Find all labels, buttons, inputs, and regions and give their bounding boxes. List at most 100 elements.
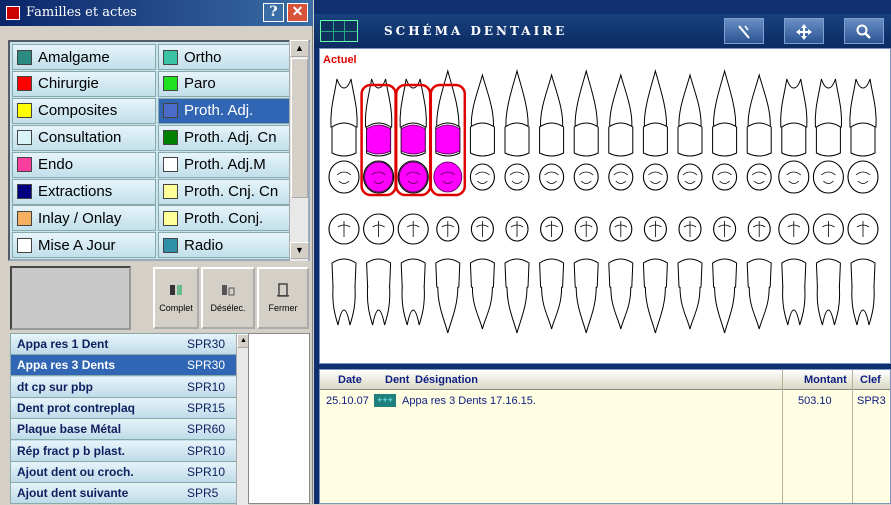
act-item[interactable]: dt cp sur pbp SPR10 (11, 376, 236, 398)
family-color-swatch (163, 157, 178, 173)
upper-tooth (505, 69, 529, 128)
family-label: Composites (38, 102, 118, 120)
upper-occlusal (746, 163, 772, 191)
lower-tooth-root (644, 286, 666, 334)
act-item[interactable]: Plaque base Métal SPR60 (11, 419, 236, 441)
family-color-swatch (17, 184, 32, 199)
lower-tooth-root (748, 286, 770, 330)
lower-crown (435, 258, 461, 290)
act-item[interactable]: Dent prot contreplaq SPR15 (11, 397, 236, 419)
lower-tooth-root (782, 286, 806, 326)
row-montant: 503.10 (798, 395, 832, 407)
lower-tooth-root (541, 286, 563, 330)
upper-tooth (643, 69, 667, 128)
family-item[interactable]: Proth. Conj. (158, 205, 290, 232)
family-label: Inlay / Onlay (38, 209, 122, 227)
scroll-up-arrow-icon[interactable]: ▲ (290, 40, 309, 57)
upper-tooth (678, 73, 702, 128)
lower-tooth-root (714, 286, 736, 334)
lower-crown (746, 258, 772, 290)
family-item[interactable]: Mise A Jour (12, 232, 156, 259)
act-item[interactable]: Ajout dent suivante SPR5 (11, 483, 236, 505)
column-divider (852, 370, 853, 503)
header-clef[interactable]: Clef (860, 374, 881, 386)
help-button[interactable]: ? (263, 3, 284, 22)
upper-crown (712, 122, 738, 157)
close-button[interactable]: ✕ (287, 3, 308, 22)
act-code: SPR10 (187, 379, 226, 394)
panel-title-bar: Familles et actes ? ✕ (0, 0, 313, 26)
pen-tool-button[interactable] (724, 18, 764, 44)
family-label: Mise A Jour (38, 236, 116, 254)
act-item[interactable]: Appa res 1 Dent SPR30 (11, 334, 236, 355)
lower-tooth-root (366, 286, 391, 326)
act-code: SPR10 (187, 443, 226, 458)
family-item[interactable]: Proth. Adj. (158, 97, 290, 124)
family-color-swatch (163, 130, 178, 146)
family-item[interactable]: Radio (158, 232, 290, 259)
family-item[interactable]: Proth. Cnj. Cn (158, 178, 290, 205)
act-name: Ajout dent suivante (17, 486, 129, 501)
lower-tooth-root (437, 286, 459, 334)
act-code: SPR10 (187, 464, 226, 479)
zoom-tool-button[interactable] (844, 18, 884, 44)
lower-crown (712, 258, 738, 290)
act-name: Appa res 1 Dent (17, 337, 109, 351)
table-row[interactable]: 25.10.07 +++ Appa res 3 Dents 17.16.15. … (320, 392, 890, 410)
lower-crown (642, 258, 668, 290)
fermer-button[interactable]: Fermer (257, 267, 309, 329)
row-date: 25.10.07 (326, 395, 369, 407)
header-date[interactable]: Date (338, 374, 362, 386)
act-code: SPR60 (187, 422, 226, 437)
family-item[interactable]: Extractions (12, 178, 156, 205)
header-montant[interactable]: Montant (804, 374, 847, 386)
lower-crown (400, 258, 426, 290)
family-item[interactable]: Proth. Adj.M (158, 151, 290, 178)
family-color-swatch (163, 76, 178, 92)
header-designation[interactable]: Désignation (415, 374, 478, 386)
upper-tooth (574, 69, 598, 128)
move-tool-button[interactable] (784, 18, 824, 44)
upper-crown (677, 122, 703, 157)
header-dent[interactable]: Dent (385, 374, 409, 386)
act-item[interactable]: Ajout dent ou croch. SPR10 (11, 461, 236, 483)
family-item[interactable]: Paro (158, 70, 290, 97)
family-item[interactable]: Endo (12, 151, 156, 178)
dental-chart[interactable]: Actuel (319, 48, 891, 364)
lower-crown (573, 258, 599, 290)
acts-list: ▲ Appa res 1 Dent SPR30 Appa res 3 Dents SP… (10, 333, 250, 505)
family-item[interactable]: Chirurgie (12, 70, 156, 97)
family-label: Amalgame (38, 48, 110, 66)
family-item[interactable]: Inlay / Onlay (12, 205, 156, 232)
family-label: Proth. Adj.M (184, 156, 266, 174)
upper-occlusal (504, 163, 530, 191)
teeth-diagram[interactable] (320, 49, 891, 365)
complet-button[interactable]: Complet (153, 267, 199, 329)
family-item[interactable]: Composites (12, 97, 156, 124)
act-item[interactable]: Rép fract p b plast. SPR10 (11, 440, 236, 462)
treated-crown (400, 124, 426, 155)
family-label: Proth. Adj. (184, 102, 254, 120)
family-item[interactable]: Proth. Adj. Cn (158, 124, 290, 151)
scroll-down-arrow-icon[interactable]: ▼ (290, 242, 309, 259)
family-color-swatch (163, 237, 178, 253)
upper-tooth (330, 78, 358, 128)
act-item[interactable]: Appa res 3 Dents SPR30 (11, 355, 236, 377)
act-code: SPR15 (187, 400, 226, 415)
lower-crown (539, 258, 565, 290)
scroll-thumb[interactable] (291, 58, 308, 198)
act-name: Rép fract p b plast. (17, 443, 126, 458)
deselec-button[interactable]: Désélec. (201, 267, 255, 329)
column-divider (782, 370, 783, 503)
upper-tooth (436, 69, 460, 128)
family-color-swatch (163, 210, 178, 226)
upper-crown (331, 122, 357, 157)
treated-crown (366, 124, 391, 155)
upper-occlusal (608, 163, 634, 191)
panel-title: Familles et actes (26, 5, 137, 20)
family-color-swatch (17, 76, 32, 92)
family-item[interactable]: Ortho (158, 44, 290, 70)
families-scrollbar[interactable]: ▲ ▼ (289, 40, 309, 261)
family-item[interactable]: Consultation (12, 124, 156, 151)
family-item[interactable]: Amalgame (12, 44, 156, 70)
